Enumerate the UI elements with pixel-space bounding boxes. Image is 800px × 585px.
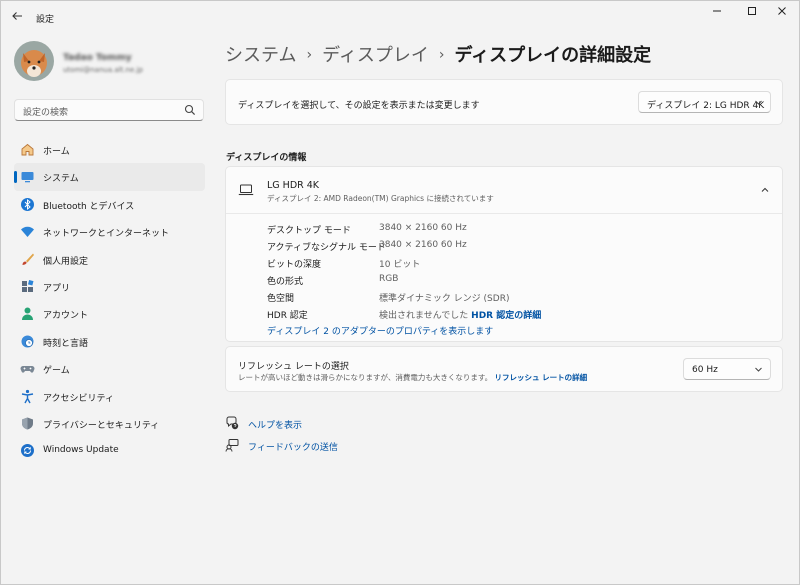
property-value: 3840 × 2160 60 Hz (379, 223, 467, 233)
property-value: RGB (379, 274, 399, 284)
sidebar-item-label: Windows Update (43, 445, 119, 456)
breadcrumb-system[interactable]: システム (225, 45, 296, 66)
accessibility-icon (20, 389, 35, 404)
display-info-header[interactable]: LG HDR 4K ディスプレイ 2: AMD Radeon(TM) Graph… (226, 167, 782, 214)
sidebar-item-windows-update[interactable]: Windows Update (14, 437, 205, 464)
hdr-key: HDR 認定 (267, 311, 308, 321)
breadcrumb-display[interactable]: ディスプレイ (322, 45, 429, 66)
sidebar-item-label: 時刻と言語 (43, 338, 89, 349)
close-button[interactable] (772, 6, 792, 20)
sidebar-item-accounts[interactable]: アカウント (14, 300, 205, 327)
refresh-rate-desc-group: レートが高いほど動きは滑らかになりますが、消費電力も大きくなります。 リフレッシ… (238, 372, 587, 383)
search-icon (184, 104, 196, 116)
avatar[interactable] (14, 41, 54, 81)
refresh-rate-description: レートが高いほど動きは滑らかになりますが、消費電力も大きくなります。 (238, 373, 493, 382)
property-key: デスクトップ モード (267, 226, 351, 236)
maximize-button[interactable] (742, 6, 762, 20)
feedback-link[interactable]: フィードバックの送信 (248, 440, 338, 453)
sidebar-item-gaming[interactable]: ゲーム (14, 355, 205, 382)
display-name: LG HDR 4K (267, 180, 320, 191)
title-bar: 設定 (1, 1, 800, 33)
chevron-down-icon (754, 365, 763, 374)
window-title: 設定 (36, 15, 55, 25)
back-arrow-icon[interactable] (10, 10, 24, 24)
hdr-value: 検出されませんでした (379, 311, 469, 321)
help-link[interactable]: ヘルプを表示 (248, 418, 302, 431)
sidebar-nav: ホーム システム Bluetooth とデバイス ネットワークとインターネット … (14, 136, 205, 465)
property-value: 10 ビット (379, 260, 421, 270)
hdr-details-link[interactable]: HDR 認定の詳細 (471, 311, 541, 321)
minimize-button[interactable] (707, 6, 727, 20)
sidebar-item-privacy[interactable]: プライバシーとセキュリティ (14, 410, 205, 437)
sidebar-item-personalization[interactable]: 個人用設定 (14, 246, 205, 273)
property-key: アクティブなシグナル モード (267, 243, 386, 253)
help-icon (225, 416, 239, 430)
breadcrumb-separator: › (438, 47, 445, 63)
sidebar-item-label: アクセシビリティ (43, 393, 115, 404)
display-select-label: ディスプレイを選択して、その設定を表示または変更します (238, 101, 480, 111)
sidebar-item-label: ネットワークとインターネット (43, 229, 170, 240)
wifi-icon (20, 224, 35, 239)
user-name: Tadao Tommy (63, 53, 132, 63)
sidebar-item-time-language[interactable]: 時刻と言語 (14, 328, 205, 355)
sidebar-item-apps[interactable]: アプリ (14, 273, 205, 300)
gamepad-icon (20, 361, 35, 376)
home-icon (20, 142, 35, 157)
sidebar-item-bluetooth[interactable]: Bluetooth とデバイス (14, 191, 205, 218)
sidebar-item-label: ゲーム (43, 366, 70, 377)
refresh-rate-dropdown[interactable]: 60 Hz (683, 358, 771, 380)
property-value: 3840 × 2160 60 Hz (379, 240, 467, 250)
refresh-rate-title: リフレッシュ レートの選択 (238, 362, 349, 372)
breadcrumb: システム › ディスプレイ › ディスプレイの詳細設定 (225, 41, 651, 67)
apps-icon (20, 279, 35, 294)
property-key: 色空間 (267, 294, 295, 304)
display-select-card: ディスプレイを選択して、その設定を表示または変更します ディスプレイ 2: LG… (225, 79, 783, 125)
update-icon (20, 443, 35, 458)
display-info-card: LG HDR 4K ディスプレイ 2: AMD Radeon(TM) Graph… (225, 166, 783, 342)
feedback-icon (225, 438, 239, 452)
display-select-dropdown[interactable]: ディスプレイ 2: LG HDR 4K (638, 91, 771, 113)
adapter-properties-link[interactable]: ディスプレイ 2 のアダプターのプロパティを表示します (267, 324, 493, 337)
refresh-rate-link[interactable]: リフレッシュ レートの詳細 (495, 373, 588, 382)
sidebar-item-label: システム (43, 174, 79, 185)
sidebar-item-label: アプリ (43, 283, 71, 294)
system-icon (20, 169, 35, 184)
sidebar-item-network[interactable]: ネットワークとインターネット (14, 218, 205, 245)
chevron-down-icon (754, 98, 763, 107)
shield-icon (20, 416, 35, 431)
sidebar-item-system[interactable]: システム (14, 163, 205, 191)
search-placeholder: 設定の検索 (23, 108, 69, 118)
hdr-value-group: 検出されませんでした HDR 認定の詳細 (379, 308, 541, 321)
sidebar-item-label: Bluetooth とデバイス (43, 201, 135, 212)
section-title: ディスプレイの情報 (226, 153, 307, 163)
search-input[interactable]: 設定の検索 (14, 99, 204, 121)
property-value: 標準ダイナミック レンジ (SDR) (379, 294, 510, 304)
property-key: 色の形式 (267, 277, 304, 287)
sidebar-item-label: 個人用設定 (43, 256, 89, 267)
property-key: ビットの深度 (267, 260, 322, 270)
page-title: ディスプレイの詳細設定 (454, 45, 652, 66)
sidebar-item-label: プライバシーとセキュリティ (43, 420, 160, 431)
account-icon (20, 306, 35, 321)
sidebar-item-label: アカウント (43, 311, 89, 322)
user-email: utomi@nanua.alt.ne.jp (63, 66, 143, 74)
breadcrumb-separator: › (306, 47, 313, 63)
brush-icon (20, 252, 35, 267)
chevron-up-icon[interactable] (760, 185, 770, 195)
clock-globe-icon (20, 334, 35, 349)
display-connection: ディスプレイ 2: AMD Radeon(TM) Graphics に接続されて… (267, 194, 494, 203)
sidebar-item-label: ホーム (43, 147, 70, 157)
bluetooth-icon (20, 197, 35, 212)
sidebar-item-home[interactable]: ホーム (14, 136, 205, 163)
refresh-rate-value: 60 Hz (692, 365, 718, 375)
laptop-icon (238, 183, 254, 197)
refresh-rate-card: リフレッシュ レートの選択 レートが高いほど動きは滑らかになりますが、消費電力も… (225, 346, 783, 392)
display-select-value: ディスプレイ 2: LG HDR 4K (647, 101, 765, 111)
sidebar-item-accessibility[interactable]: アクセシビリティ (14, 383, 205, 410)
